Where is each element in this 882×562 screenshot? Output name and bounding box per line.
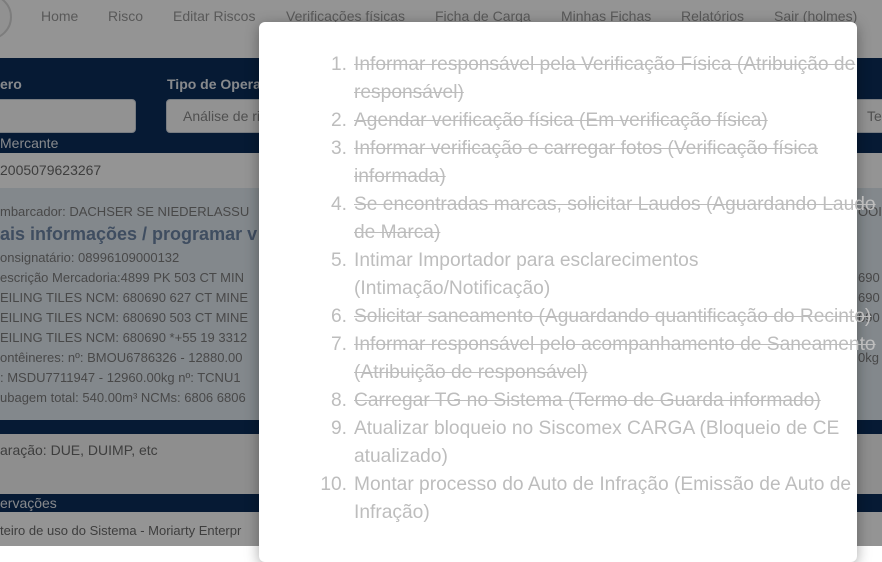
- step-number: 8.: [330, 390, 347, 411]
- step-number: 9.: [330, 418, 347, 439]
- step-text: Informar verificação e carregar fotos (V…: [354, 138, 818, 187]
- workflow-step: 10. Montar processo do Auto de Infração (…: [299, 471, 882, 527]
- workflow-step: 1. Informar responsável pela Verificação …: [299, 51, 882, 107]
- step-text: Se encontradas marcas, solicitar Laudos …: [354, 194, 876, 243]
- workflow-step: 3. Informar verificação e carregar fotos …: [299, 135, 882, 191]
- step-text: Atualizar bloqueio no Siscomex CARGA (Bl…: [354, 418, 840, 467]
- workflow-step: 6. Solicitar saneamento (Aguardando quant…: [299, 303, 882, 331]
- step-number: 4.: [330, 194, 347, 215]
- step-number: 6.: [330, 306, 347, 327]
- step-text: Solicitar saneamento (Aguardando quantif…: [354, 306, 872, 327]
- workflow-steps-list: 1. Informar responsável pela Verificação …: [259, 51, 882, 527]
- step-text: Informar responsável pelo acompanhamento…: [354, 334, 876, 383]
- step-number: 5.: [330, 250, 347, 271]
- step-number: 2.: [330, 110, 347, 131]
- workflow-step: 8. Carregar TG no Sistema (Termo de Guard…: [299, 387, 882, 415]
- step-text: Agendar verificação física (Em verificaç…: [354, 110, 768, 131]
- step-text: Montar processo do Auto de Infração (Emi…: [354, 474, 852, 523]
- workflow-step: 4. Se encontradas marcas, solicitar Laudo…: [299, 191, 882, 247]
- step-number: 1.: [330, 54, 347, 75]
- workflow-step: 5. Intimar Importador para esclarecimento…: [299, 247, 882, 303]
- workflow-step: 2. Agendar verificação física (Em verific…: [299, 107, 882, 135]
- step-text: Carregar TG no Sistema (Termo de Guarda …: [354, 390, 821, 411]
- step-number: 3.: [330, 138, 347, 159]
- workflow-step: 9. Atualizar bloqueio no Siscomex CARGA (…: [299, 415, 882, 471]
- step-number: 7.: [330, 334, 347, 355]
- step-number: 10.: [320, 474, 347, 495]
- step-text: Informar responsável pela Verificação Fí…: [354, 54, 856, 103]
- workflow-steps-modal: 1. Informar responsável pela Verificação …: [259, 22, 876, 562]
- workflow-step: 7. Informar responsável pelo acompanhamen…: [299, 331, 882, 387]
- step-text: Intimar Importador para esclarecimentos …: [354, 250, 699, 299]
